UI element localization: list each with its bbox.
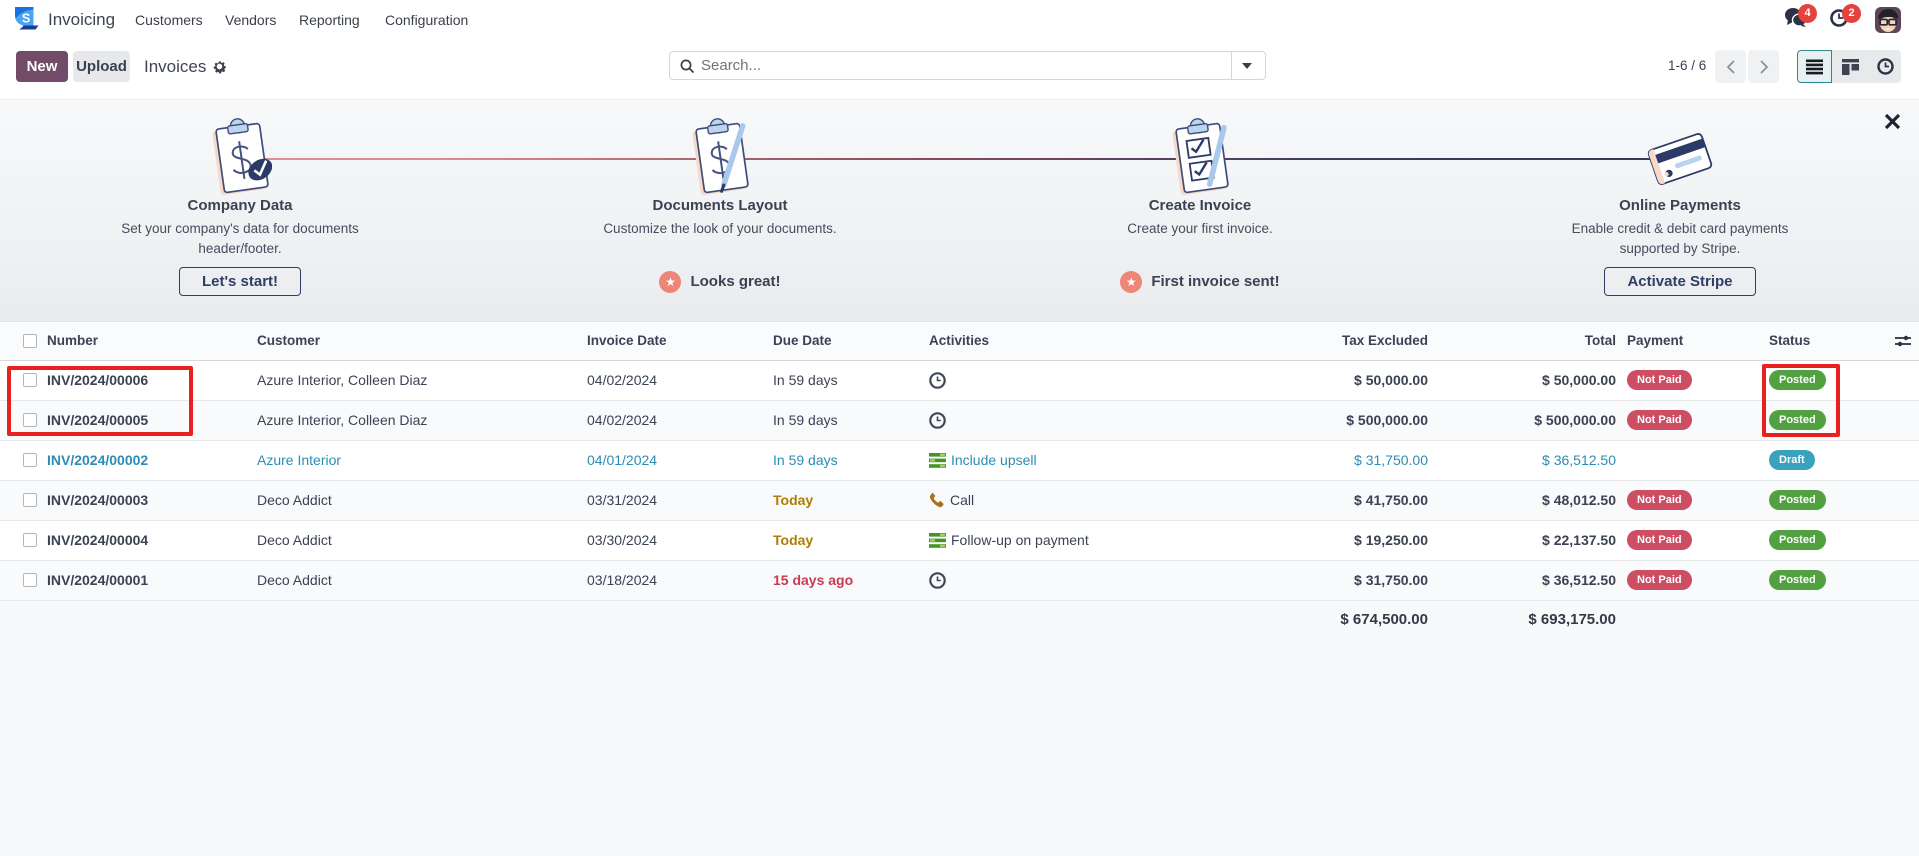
svg-text:S: S — [22, 12, 30, 26]
